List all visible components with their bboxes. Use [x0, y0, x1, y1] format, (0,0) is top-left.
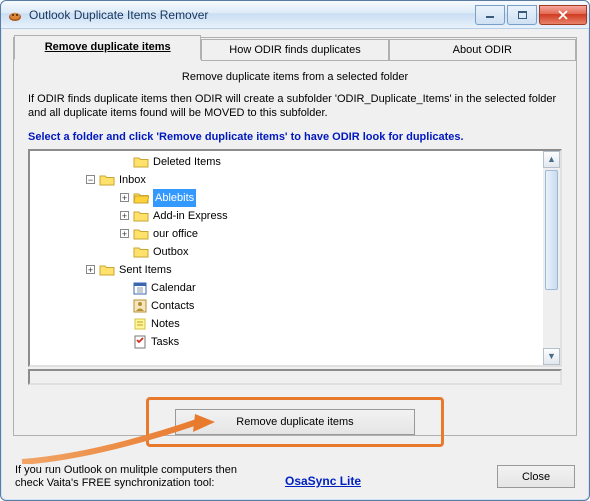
tree-item[interactable]: Deleted Items: [36, 153, 541, 171]
folder-icon: [133, 155, 149, 169]
tab-remove-duplicates[interactable]: Remove duplicate items: [14, 35, 201, 60]
tree-item-label: Ablebits: [153, 189, 196, 207]
window-title: Outlook Duplicate Items Remover: [29, 8, 208, 22]
tab-panel: Remove duplicate items How ODIR finds du…: [13, 37, 577, 436]
instruction-text: Select a folder and click 'Remove duplic…: [28, 131, 562, 143]
folder-icon: [133, 245, 149, 259]
expand-icon[interactable]: +: [86, 265, 95, 274]
remove-duplicates-button[interactable]: Remove duplicate items: [175, 409, 415, 435]
tree-item-label: our office: [153, 225, 198, 243]
tree-item-label: Outbox: [153, 243, 188, 261]
scroll-thumb[interactable]: [545, 170, 558, 290]
collapse-icon[interactable]: −: [86, 175, 95, 184]
scroll-down-button[interactable]: ▼: [543, 348, 560, 365]
expand-icon[interactable]: +: [120, 229, 129, 238]
tree-item-label: Sent Items: [119, 261, 172, 279]
close-button[interactable]: Close: [497, 465, 575, 488]
tree-item[interactable]: Outbox: [36, 243, 541, 261]
maximize-button[interactable]: [507, 5, 537, 25]
app-icon: [7, 7, 23, 23]
tree-item[interactable]: + Ablebits: [36, 189, 541, 207]
status-bar: [28, 369, 562, 385]
scrollbar-vertical[interactable]: ▲ ▼: [543, 151, 560, 365]
intro-text: Remove duplicate items from a selected f…: [28, 71, 562, 83]
expand-icon[interactable]: +: [120, 211, 129, 220]
tab-label: About ODIR: [453, 44, 512, 56]
titlebar: Outlook Duplicate Items Remover: [1, 1, 589, 29]
tree-item[interactable]: − Inbox: [36, 171, 541, 189]
scroll-up-button[interactable]: ▲: [543, 151, 560, 168]
tree-item[interactable]: Tasks: [36, 333, 541, 351]
folder-icon: [133, 209, 149, 223]
scroll-track[interactable]: [543, 168, 560, 348]
description-text: If ODIR finds duplicate items then ODIR …: [28, 93, 562, 121]
action-zone: Remove duplicate items: [28, 397, 562, 447]
tree-item-label: Contacts: [151, 297, 194, 315]
contacts-icon: [133, 299, 147, 313]
tab-strip: Remove duplicate items How ODIR finds du…: [14, 37, 576, 60]
tab-about[interactable]: About ODIR: [389, 39, 576, 61]
promo-text: If you run Outlook on mulitple computers…: [15, 464, 255, 490]
folder-tree-container: Deleted Items − Inbox + Ablebits + Add-in Expr…: [28, 149, 562, 367]
tasks-icon: [133, 335, 147, 349]
tab-label: How ODIR finds duplicates: [229, 44, 360, 56]
tree-item-label: Notes: [151, 315, 180, 333]
tab-body: Remove duplicate items from a selected f…: [14, 61, 576, 459]
close-window-button[interactable]: [539, 5, 587, 25]
minimize-button[interactable]: [475, 5, 505, 25]
tab-how-finds[interactable]: How ODIR finds duplicates: [201, 39, 388, 61]
footer: If you run Outlook on mulitple computers…: [15, 464, 575, 490]
expand-icon[interactable]: +: [120, 193, 129, 202]
folder-tree[interactable]: Deleted Items − Inbox + Ablebits + Add-in Expr…: [30, 151, 543, 353]
calendar-icon: [133, 281, 147, 295]
tree-item[interactable]: Calendar: [36, 279, 541, 297]
window-controls: [475, 5, 589, 25]
tree-item[interactable]: + Add-in Express: [36, 207, 541, 225]
tree-item[interactable]: + our office: [36, 225, 541, 243]
tree-item-label: Add-in Express: [153, 207, 228, 225]
tree-item-label: Inbox: [119, 171, 146, 189]
tree-item[interactable]: + Sent Items: [36, 261, 541, 279]
notes-icon: [133, 317, 147, 331]
tree-item-label: Calendar: [151, 279, 196, 297]
tree-item[interactable]: Contacts: [36, 297, 541, 315]
folder-icon: [99, 173, 115, 187]
tab-label: Remove duplicate items: [45, 41, 171, 53]
highlight-annotation: Remove duplicate items: [146, 397, 444, 447]
folder-icon: [133, 227, 149, 241]
tree-item[interactable]: Notes: [36, 315, 541, 333]
tree-item-label: Tasks: [151, 333, 179, 351]
app-window: Outlook Duplicate Items Remover Remove d…: [0, 0, 590, 501]
folder-icon: [99, 263, 115, 277]
tree-item-label: Deleted Items: [153, 153, 221, 171]
folder-open-icon: [133, 191, 149, 205]
client-area: Remove duplicate items How ODIR finds du…: [7, 29, 583, 494]
maximize-icon: [518, 11, 527, 19]
promo-link[interactable]: OsaSync Lite: [285, 474, 361, 490]
